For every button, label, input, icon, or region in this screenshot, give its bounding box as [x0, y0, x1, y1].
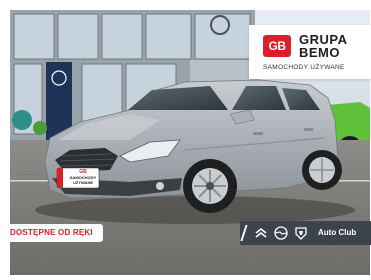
dealer-name-line2: BEMO	[299, 45, 340, 60]
footer-divider	[240, 225, 248, 241]
gb-logo-icon: GB	[263, 35, 291, 57]
dealer-logo-badge: GB GRUPA BEMO SAMOCHODY UŻYWANE	[249, 25, 371, 79]
license-plate: GB SAMOCHODY UŻYWANE	[65, 170, 101, 186]
peugeot-logo-icon	[295, 227, 307, 240]
opel-logo-icon	[274, 226, 288, 240]
citroen-logo-icon	[255, 227, 267, 238]
dealer-subtitle: SAMOCHODY UŻYWANE	[263, 64, 345, 71]
auto-club-label: Auto Club	[318, 228, 357, 237]
car-listing-image: GB SAMOCHODY UŻYWANE GB GRUPA BEMO SAMOC…	[0, 0, 371, 280]
plate-line-3: UŻYWANE	[73, 180, 93, 185]
brands-footer-bar: Auto Club	[240, 221, 371, 245]
availability-badge: DOSTĘPNE OD RĘKI	[0, 224, 103, 242]
